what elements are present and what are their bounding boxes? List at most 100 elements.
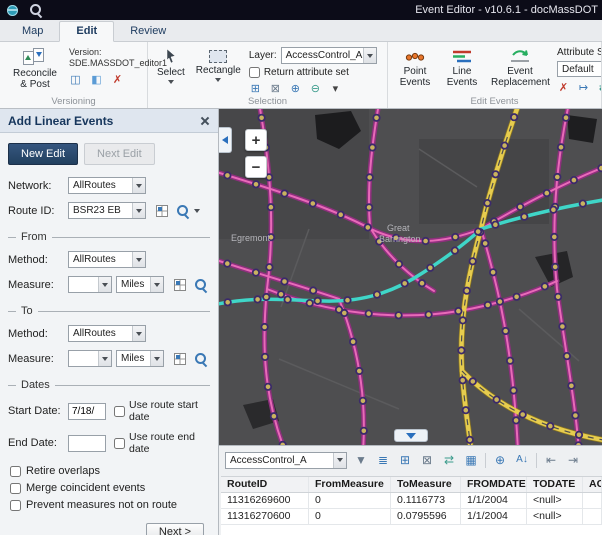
to-measure-combobox[interactable] — [68, 350, 112, 367]
reconcile-post-button[interactable]: Reconcile & Post — [6, 45, 64, 95]
point-events-button[interactable]: Point Events — [394, 45, 436, 95]
records-list-icon[interactable]: ≣ — [375, 452, 391, 468]
overview-globe-icon[interactable] — [4, 2, 20, 18]
chevron-down-icon[interactable] — [150, 351, 163, 366]
pick-measure-on-map-icon[interactable] — [174, 353, 186, 365]
column-header[interactable]: RouteID — [221, 477, 309, 492]
column-header[interactable]: FROMDATE — [461, 477, 527, 492]
zoom-options-icon[interactable] — [194, 209, 200, 213]
retire-overlaps-checkbox[interactable] — [10, 466, 21, 477]
point-events-icon — [405, 48, 425, 64]
zoom-to-record-icon[interactable]: ⊕ — [492, 452, 508, 468]
line-events-button[interactable]: Line Events — [441, 45, 483, 95]
selected-records-icon[interactable]: ▦ — [463, 452, 479, 468]
pan-to-selection-icon[interactable]: ⊖ — [309, 83, 322, 96]
chevron-down-icon[interactable] — [363, 48, 376, 63]
tab-review[interactable]: Review — [114, 22, 182, 41]
next-edit-button[interactable]: Next Edit — [84, 143, 155, 165]
prevent-measures-checkbox[interactable] — [10, 500, 21, 511]
chevron-down-icon[interactable] — [150, 277, 163, 292]
column-header[interactable]: ToMeasure — [391, 477, 461, 492]
next-button[interactable]: Next > — [146, 523, 204, 535]
new-edit-button[interactable]: New Edit — [8, 143, 78, 165]
add-linear-events-panel: Add Linear Events New Edit Next Edit Net… — [0, 109, 219, 535]
chevron-down-icon[interactable] — [333, 453, 346, 468]
select-route-on-map-icon[interactable] — [156, 205, 168, 217]
clear-selection-icon[interactable]: ⊠ — [269, 83, 282, 96]
chevron-down-icon[interactable] — [132, 178, 145, 193]
table-row[interactable]: 11316270600 0 0.0795596 1/1/2004 <null> — [221, 509, 602, 525]
layer-combobox[interactable]: AccessControl_A — [281, 47, 377, 64]
zoom-out-button[interactable]: − — [245, 156, 267, 178]
clear-selection-icon[interactable]: ⊠ — [419, 452, 435, 468]
chevron-down-icon[interactable] — [132, 252, 145, 267]
end-date-label: End Date: — [8, 437, 64, 449]
delete-event-icon[interactable]: ✗ — [557, 82, 570, 95]
to-method-label: Method: — [8, 328, 64, 340]
collapse-panel-button[interactable] — [219, 127, 232, 153]
post-version-icon[interactable]: ◫ — [69, 74, 82, 87]
ribbon: Reconcile & Post Version: SDE.MASSDOT_ed… — [0, 42, 602, 109]
use-route-end-checkbox[interactable] — [114, 438, 125, 449]
select-features-icon[interactable]: ⊞ — [249, 83, 262, 96]
prevent-measures-label: Prevent measures not on route — [26, 499, 177, 511]
sort-icon[interactable]: A↓ — [514, 452, 530, 468]
filter-icon[interactable]: ▼ — [353, 452, 369, 468]
return-attribute-set-label: Return attribute set — [264, 67, 349, 78]
toolbar-separator — [485, 453, 486, 468]
reconcile-post-icon — [23, 48, 47, 66]
table-toolbar: AccessControl_A ▼ ≣ ⊞ ⊠ ⇄ ▦ ⊕ A↓ ⇤ ⇥ — [219, 446, 602, 474]
retire-overlaps-label: Retire overlaps — [26, 465, 100, 477]
chevron-down-icon[interactable] — [98, 277, 111, 292]
select-button[interactable]: Select — [154, 45, 188, 95]
refresh-version-icon[interactable]: ◧ — [90, 74, 103, 87]
table-layer-combobox[interactable]: AccessControl_A — [225, 452, 347, 469]
chevron-down-icon[interactable] — [98, 351, 111, 366]
offset-end-icon[interactable]: ⇥ — [565, 452, 581, 468]
tab-map[interactable]: Map — [6, 22, 59, 41]
from-measure-combobox[interactable] — [68, 276, 112, 293]
chevron-down-icon[interactable] — [132, 203, 145, 218]
use-route-start-checkbox[interactable] — [114, 406, 125, 417]
delete-version-icon[interactable]: ✗ — [111, 74, 124, 87]
map-zoom-control: + − — [245, 129, 267, 178]
merge-event-icon[interactable]: ⇄ — [597, 82, 602, 95]
switch-selection-icon[interactable]: ⇄ — [441, 452, 457, 468]
return-attribute-set-checkbox[interactable] — [249, 67, 260, 78]
to-unit-combobox[interactable]: Miles — [116, 350, 164, 367]
zoom-to-route-icon[interactable] — [176, 204, 190, 218]
chevron-down-icon[interactable] — [132, 326, 145, 341]
rectangle-tool-button[interactable]: Rectangle — [193, 45, 244, 95]
route-id-combobox[interactable]: BSR23 EB — [68, 202, 146, 219]
zoom-in-button[interactable]: + — [245, 129, 267, 151]
route-id-label: Route ID: — [8, 205, 64, 217]
zoom-icon[interactable] — [28, 2, 44, 18]
zoom-to-selection-icon[interactable]: ⊕ — [289, 83, 302, 96]
more-selection-icon[interactable]: ▾ — [329, 83, 342, 96]
tab-edit[interactable]: Edit — [59, 21, 114, 42]
pick-measure-on-map-icon[interactable] — [174, 279, 186, 291]
column-header[interactable]: FromMeasure — [309, 477, 391, 492]
offset-start-icon[interactable]: ⇤ — [543, 452, 559, 468]
use-route-end-label: Use route end date — [129, 431, 210, 455]
split-event-icon[interactable]: ↦ — [577, 82, 590, 95]
from-method-combobox[interactable]: AllRoutes — [68, 251, 146, 268]
attribute-set-combobox[interactable]: Default — [557, 61, 602, 77]
column-header[interactable]: AC — [583, 477, 602, 492]
start-date-label: Start Date: — [8, 405, 64, 417]
select-records-icon[interactable]: ⊞ — [397, 452, 413, 468]
end-date-input[interactable] — [68, 435, 106, 452]
event-replacement-button[interactable]: Event Replacement — [488, 45, 552, 95]
zoom-to-measure-icon[interactable] — [194, 278, 208, 292]
map-canvas[interactable]: Egremont Great Barrington + − — [219, 109, 602, 445]
merge-coincident-checkbox[interactable] — [10, 483, 21, 494]
from-unit-combobox[interactable]: Miles — [116, 276, 164, 293]
network-combobox[interactable]: AllRoutes — [68, 177, 146, 194]
close-icon[interactable] — [200, 116, 210, 126]
zoom-to-measure-icon[interactable] — [194, 352, 208, 366]
start-date-input[interactable] — [68, 403, 106, 420]
to-method-combobox[interactable]: AllRoutes — [68, 325, 146, 342]
column-header[interactable]: TODATE — [527, 477, 583, 492]
table-row[interactable]: 11316269600 0 0.1116773 1/1/2004 <null> — [221, 493, 602, 509]
collapse-table-button[interactable] — [394, 429, 428, 442]
